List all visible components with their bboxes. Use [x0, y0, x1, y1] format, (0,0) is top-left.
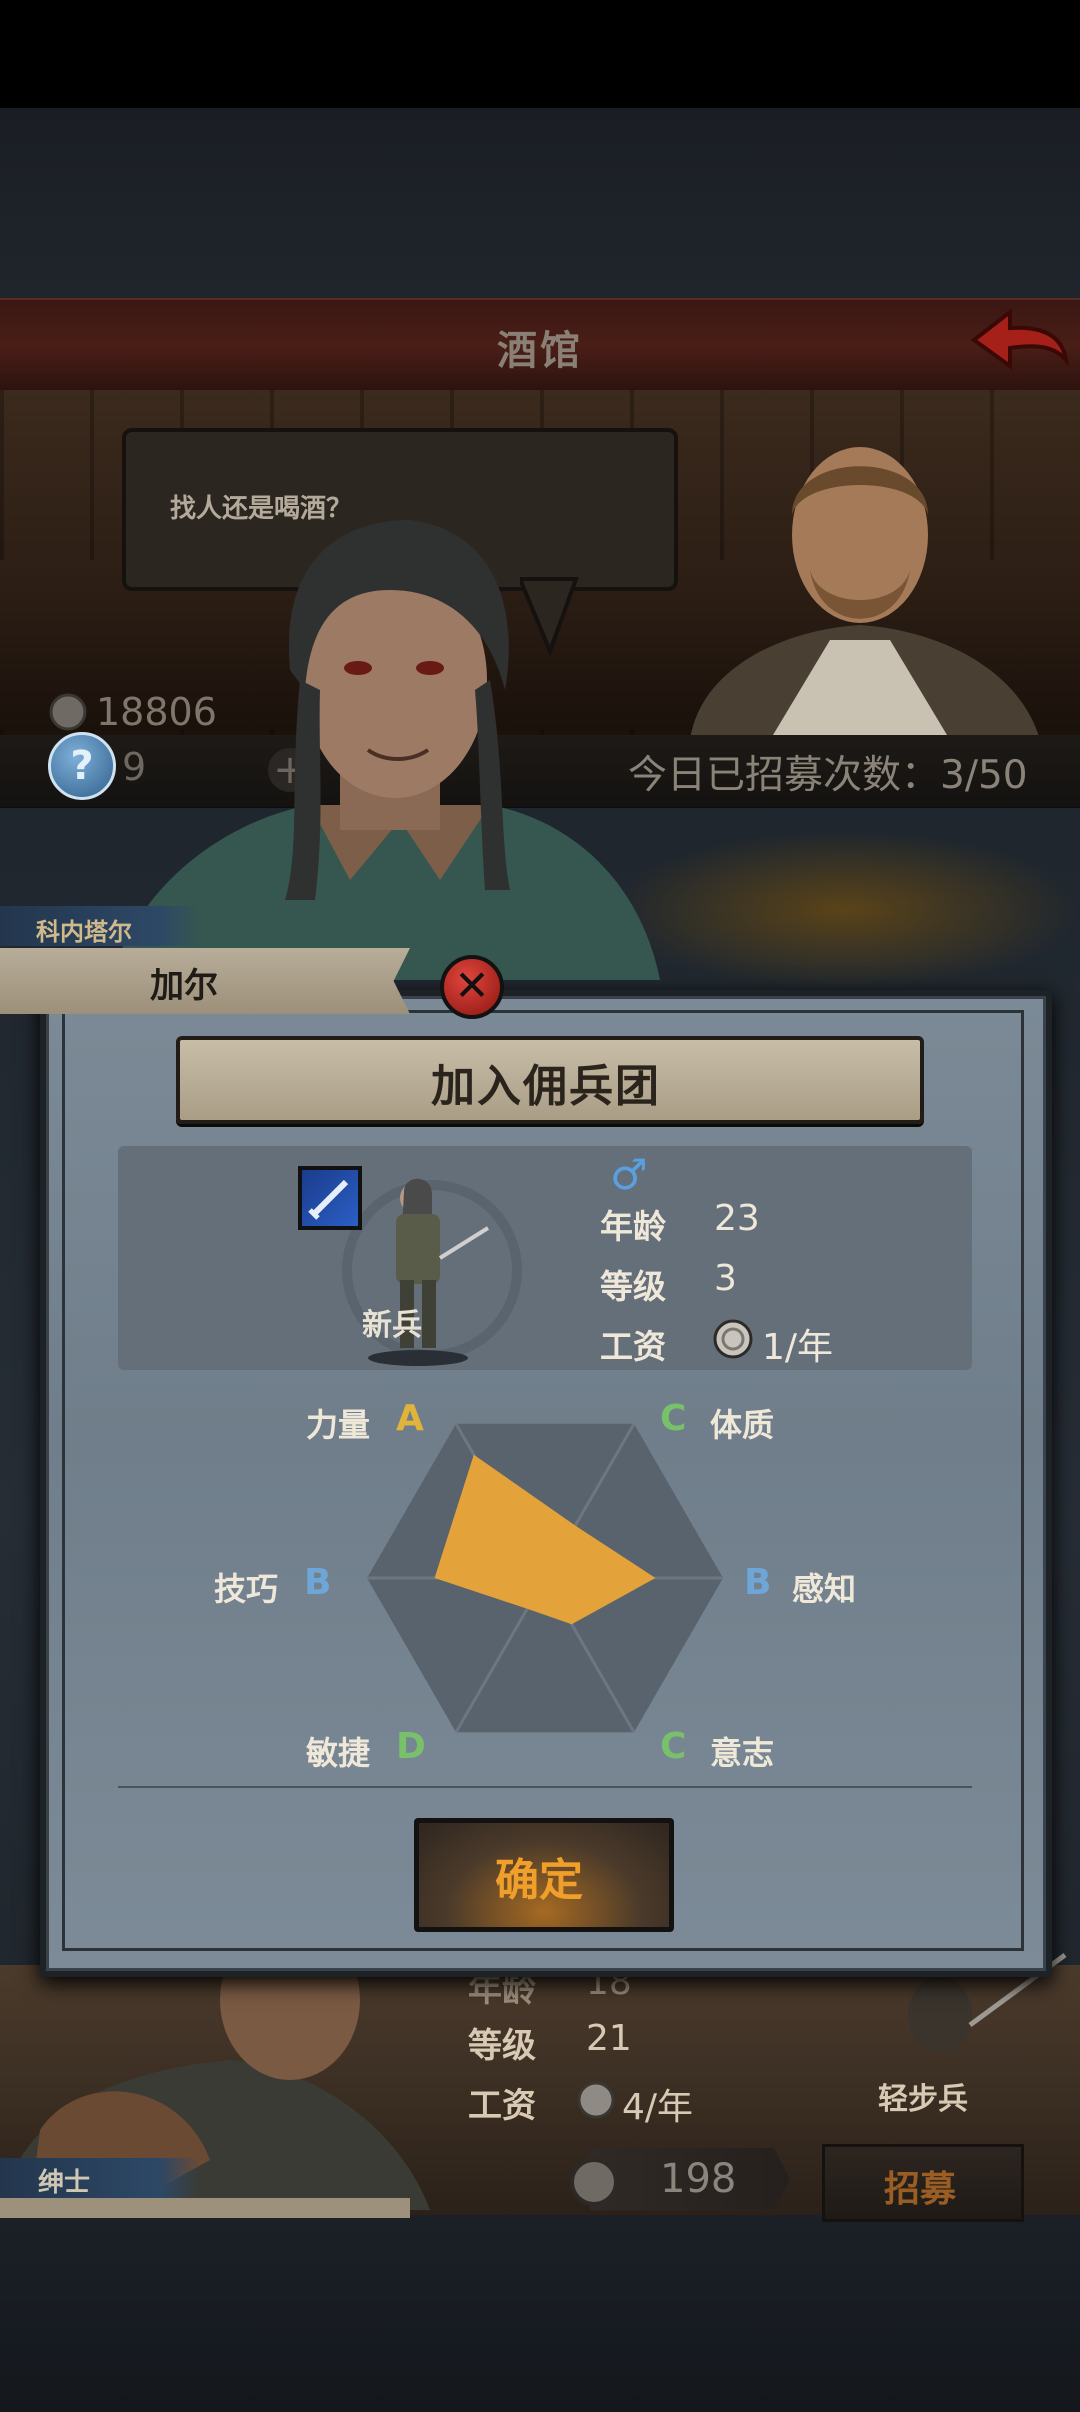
bottom-wage-label: 工资	[468, 2086, 536, 2126]
attr-constitution-label: 体质	[710, 1406, 775, 1444]
dialog-divider	[118, 1786, 972, 1788]
tavern-keeper-portrait	[690, 447, 1040, 740]
wage-value: 1/年	[762, 1327, 834, 1368]
bottom-wage-value: 4/年	[622, 2087, 694, 2128]
page-title: 酒馆	[497, 328, 583, 374]
bottom-name-plate	[0, 2198, 410, 2218]
bottom-unit-class: 轻步兵	[878, 2082, 968, 2117]
attr-strength-label: 力量	[306, 1406, 371, 1444]
wage-label: 工资	[600, 1327, 666, 1366]
character-name: 加尔	[150, 966, 218, 1006]
attr-strength-grade: A	[396, 1398, 424, 1439]
unit-class-label: 新兵	[362, 1308, 422, 1343]
silver-coin-icon	[570, 2158, 618, 2206]
top-band	[0, 108, 1080, 300]
recruit-button-label: 招募	[883, 2169, 956, 2210]
bottom-level-label: 等级	[468, 2026, 536, 2066]
male-icon: ♂	[610, 1150, 648, 1199]
attr-skill-grade: B	[304, 1562, 332, 1603]
back-button[interactable]	[970, 300, 1070, 380]
question-icon: ?	[70, 743, 94, 789]
close-icon: ✕	[454, 961, 490, 1010]
attr-perception-label: 感知	[792, 1570, 857, 1608]
bottom-level-value: 21	[586, 2018, 632, 2059]
back-arrow-icon	[970, 307, 1070, 370]
age-label: 年龄	[600, 1207, 666, 1246]
attr-willpower-label: 意志	[710, 1734, 775, 1772]
attr-agility-grade: D	[396, 1726, 426, 1767]
silver-coin-icon	[49, 693, 87, 731]
silver-coin-icon	[713, 1319, 753, 1359]
bottom-price: 198	[660, 2156, 737, 2202]
bottom-band	[0, 2215, 1080, 2412]
recruit-count: 今日已招募次数：3/50	[628, 753, 1028, 798]
help-button[interactable]: ?	[48, 732, 116, 800]
confirm-button-label: 确定	[495, 1855, 583, 1906]
gold-glow	[610, 830, 1080, 990]
bottom-faction-tag	[0, 2158, 200, 2198]
bottom-faction-name: 绅士	[38, 2168, 91, 2198]
attr-willpower-grade: C	[660, 1726, 687, 1767]
faction-name: 科内塔尔	[36, 918, 132, 946]
attribute-radar	[367, 1423, 723, 1733]
attr-constitution-grade: C	[660, 1398, 687, 1439]
level-value: 3	[714, 1258, 737, 1299]
dialog-title: 加入佣兵团	[431, 1061, 661, 1112]
attr-skill-label: 技巧	[214, 1570, 279, 1608]
close-button[interactable]: ✕	[440, 955, 504, 1019]
age-value: 23	[714, 1198, 760, 1239]
level-label: 等级	[600, 1267, 666, 1306]
status-bar	[0, 0, 1080, 108]
attr-agility-label: 敏捷	[306, 1734, 371, 1772]
attr-perception-grade: B	[744, 1562, 772, 1603]
silver-coin-icon	[577, 2081, 615, 2119]
